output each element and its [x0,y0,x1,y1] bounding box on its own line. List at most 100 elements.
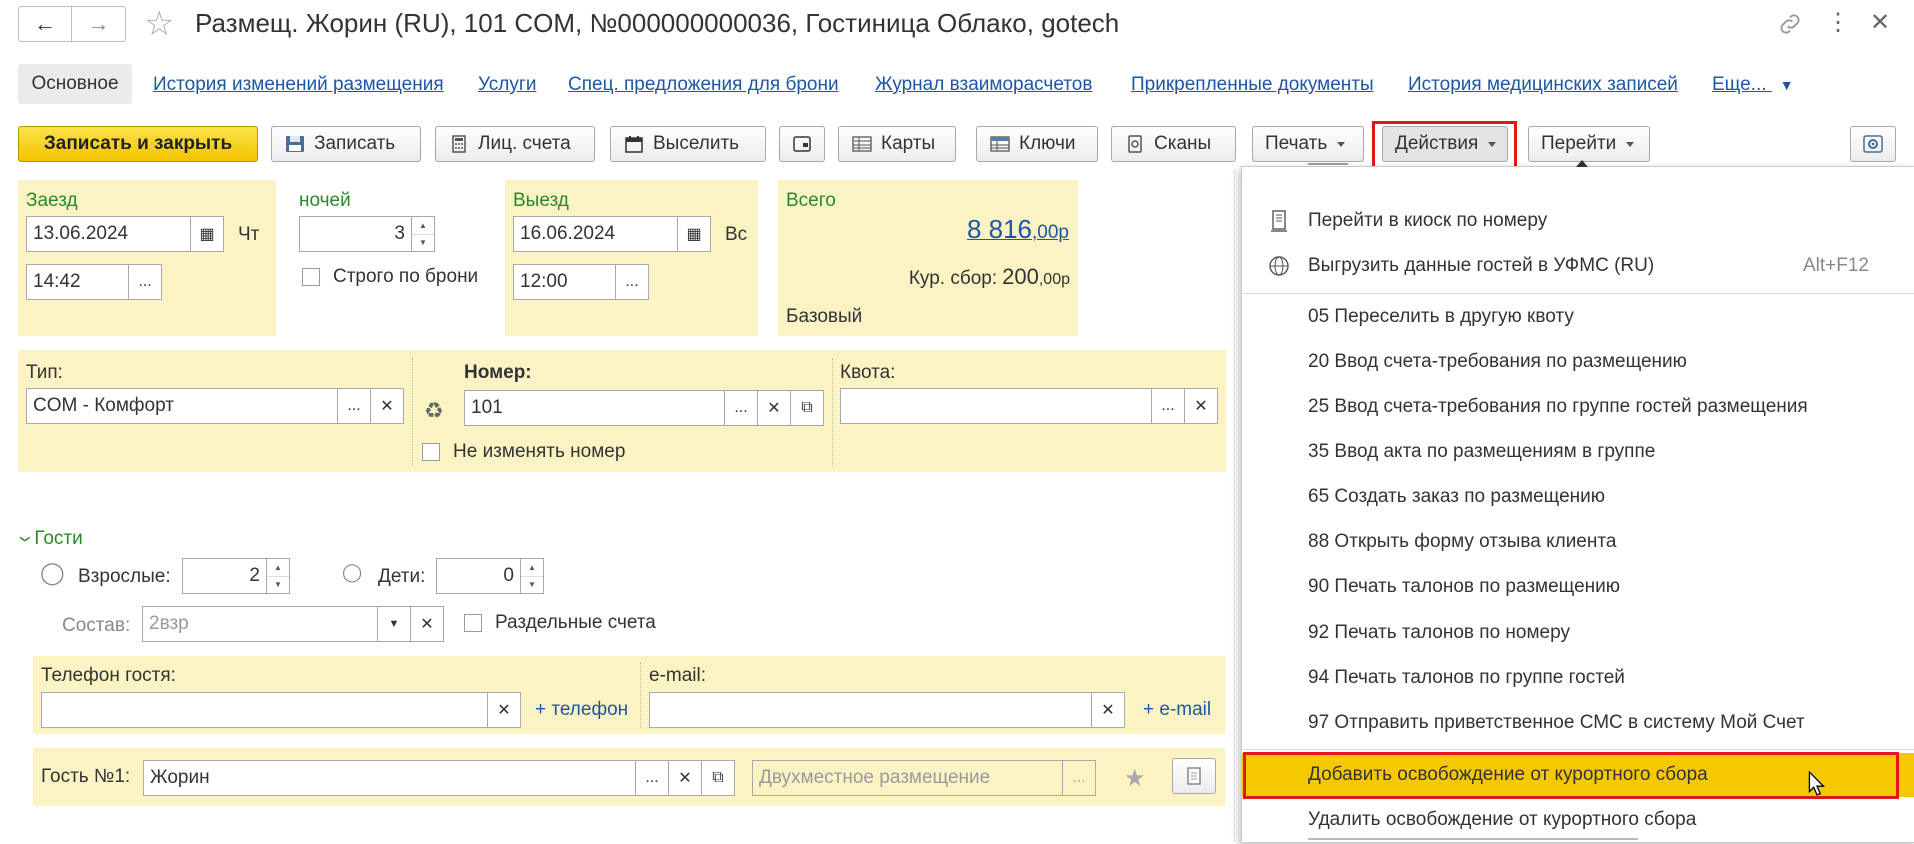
clear-icon[interactable]: ✕ [370,389,403,423]
select-ellipsis-icon[interactable]: ... [337,389,370,423]
calculator-icon [448,135,470,153]
cards-button[interactable]: Карты [838,126,956,162]
phone-field[interactable]: ✕ [41,692,521,728]
strict-booking-checkbox[interactable] [302,268,320,286]
nights-field[interactable]: 3 ▲ ▼ [299,216,435,252]
menu-item-92[interactable]: 92 Печать талонов по номеру [1242,611,1914,655]
composition-field[interactable]: 2взр ▼ ✕ [142,606,444,642]
room-type-field[interactable]: COM - Комфорт ... ✕ [26,388,404,424]
menu-item-label: 90 Печать талонов по размещению [1308,576,1621,597]
tab-main[interactable]: Основное [18,64,132,104]
arrow-right-icon: → [87,11,110,36]
children-field[interactable]: 0 ▲ ▼ [436,558,544,594]
total-amount-frac: ,00р [1032,222,1069,243]
checkout-date-field[interactable]: 16.06.2024 ▦ [513,216,711,252]
select-ellipsis-icon[interactable]: ... [1151,389,1184,423]
menu-item-05[interactable]: 05 Переселить в другую квоту [1242,295,1914,339]
link-icon[interactable] [1776,10,1804,38]
select-ellipsis-icon[interactable]: ... [128,265,161,299]
favorite-star-icon[interactable]: ☆ [144,4,174,44]
total-amount-link[interactable]: 8 816,00р [870,214,1069,245]
save-button[interactable]: Записать [271,126,421,162]
select-ellipsis-icon[interactable]: ... [724,391,757,425]
goto-button[interactable]: Перейти [1528,126,1650,162]
tab-services[interactable]: Услуги [478,74,536,96]
add-email-link[interactable]: + e-mail [1143,699,1211,721]
menu-caret [1576,160,1588,167]
guests-section-label: Гости [34,528,83,549]
menu-item-88[interactable]: 88 Открыть форму отзыва клиента [1242,520,1914,564]
checkin-time-field[interactable]: 14:42 ... [26,264,162,300]
menu-item-97[interactable]: 97 Отправить приветственное СМС в систем… [1242,701,1914,745]
menu-item-kiosk[interactable]: Перейти в киоск по номеру [1242,199,1914,243]
select-ellipsis-icon[interactable]: ... [615,265,648,299]
nights-stepper[interactable]: ▲ ▼ [411,217,434,251]
composition-value: 2взр [149,613,189,634]
rate-name: Базовый [786,306,863,327]
calendar-icon[interactable]: ▦ [190,217,223,251]
placement-field[interactable]: Двухместное размещение ... [752,760,1096,796]
accounts-button[interactable]: Лиц. счета [435,126,595,162]
clear-icon[interactable]: ✕ [487,693,520,727]
star-icon[interactable]: ★ [1124,764,1146,793]
forward-button[interactable]: → [72,6,126,42]
keys-label: Ключи [1019,133,1076,154]
open-icon[interactable]: ⧉ [701,761,734,795]
dropdown-arrow-icon[interactable]: ▼ [377,607,410,641]
adults-field[interactable]: 2 ▲ ▼ [182,558,290,594]
separate-accounts-checkbox[interactable] [464,614,482,632]
window-button[interactable] [779,126,825,162]
checkin-label: Заезд [26,190,78,211]
clear-icon[interactable]: ✕ [668,761,701,795]
more-options-icon[interactable]: ⋮ [1826,8,1850,38]
checkout-time-field[interactable]: 12:00 ... [513,264,649,300]
document-button[interactable] [1172,758,1216,794]
settings-button[interactable] [1850,126,1896,162]
tab-special-offers[interactable]: Спец. предложения для брони [568,74,839,96]
room-number-label: Номер: [464,362,532,383]
clear-icon[interactable]: ✕ [757,391,790,425]
child-person-icon: ◯ [342,562,363,582]
add-phone-link[interactable]: + телефон [535,699,628,721]
keys-button[interactable]: Ключи [976,126,1098,162]
tab-attached-documents[interactable]: Прикрепленные документы [1131,74,1374,96]
room-number-value: 101 [471,397,503,418]
select-ellipsis-icon[interactable]: ... [635,761,668,795]
menu-item-20[interactable]: 20 Ввод счета-требования по размещению [1242,340,1914,384]
clear-icon[interactable]: ✕ [1091,693,1124,727]
tab-more[interactable]: Еще... ▼ [1712,74,1794,96]
menu-item-65[interactable]: 65 Создать заказ по размещению [1242,475,1914,519]
email-field[interactable]: ✕ [649,692,1125,728]
checkout-date-value: 16.06.2024 [520,223,616,244]
adults-stepper[interactable]: ▲ ▼ [266,559,289,593]
tab-placement-history[interactable]: История изменений размещения [153,74,444,96]
back-button[interactable]: ← [18,6,72,42]
window-icon [791,135,813,153]
clear-icon[interactable]: ✕ [1184,389,1217,423]
menu-item-90[interactable]: 90 Печать талонов по размещению [1242,565,1914,609]
tab-medical-history[interactable]: История медицинских записей [1408,74,1678,96]
menu-item-ufms-export[interactable]: Выгрузить данные гостей в УФМС (RU) Alt+… [1242,244,1914,288]
checkout-button[interactable]: Выселить [610,126,766,162]
children-stepper[interactable]: ▲ ▼ [520,559,543,593]
guest1-field[interactable]: Жорин ... ✕ ⧉ [143,760,735,796]
guests-section-toggle[interactable]: ›Гости [12,528,83,550]
caret-down-icon: ▼ [1779,77,1794,93]
close-icon[interactable]: ✕ [1870,8,1890,38]
calendar-icon[interactable]: ▦ [677,217,710,251]
scans-button[interactable]: Сканы [1111,126,1236,162]
clear-icon[interactable]: ✕ [410,607,443,641]
menu-item-35[interactable]: 35 Ввод акта по размещениям в группе [1242,430,1914,474]
tab-settlements-journal[interactable]: Журнал взаиморасчетов [875,74,1092,96]
menu-item-94[interactable]: 94 Печать талонов по группе гостей [1242,656,1914,700]
no-change-room-checkbox[interactable] [422,443,440,461]
save-close-button[interactable]: Записать и закрыть [18,126,258,162]
room-number-field[interactable]: 101 ... ✕ ⧉ [464,390,824,426]
quota-field[interactable]: ... ✕ [840,388,1218,424]
checkin-date-field[interactable]: 13.06.2024 ▦ [26,216,224,252]
select-ellipsis-icon[interactable]: ... [1062,761,1095,795]
print-button[interactable]: Печать [1252,126,1364,162]
open-icon[interactable]: ⧉ [790,391,823,425]
menu-item-25[interactable]: 25 Ввод счета-требования по группе госте… [1242,385,1914,429]
menu-item-remove-tax-exemption[interactable]: Удалить освобождение от курортного сбора [1242,798,1914,842]
